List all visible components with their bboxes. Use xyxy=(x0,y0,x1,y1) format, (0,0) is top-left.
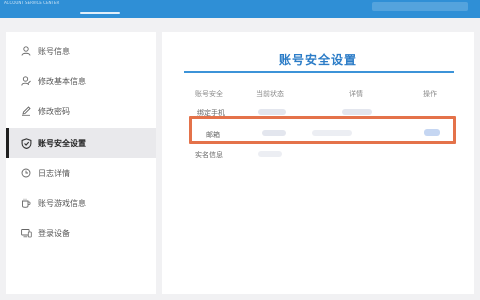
mug-icon xyxy=(20,197,32,209)
sidebar-item-game-info[interactable]: 账号游戏信息 xyxy=(6,188,156,218)
column-header-action: 操作 xyxy=(423,90,437,98)
top-header: ACCOUNT SERVICE CENTER xyxy=(0,0,480,18)
devices-icon xyxy=(20,227,32,239)
clock-icon xyxy=(20,167,32,179)
sidebar-item-login-devices[interactable]: 登录设备 xyxy=(6,218,156,248)
sidebar-item-label: 账号安全设置 xyxy=(38,138,86,148)
sidebar-item-label: 登录设备 xyxy=(38,228,70,238)
pencil-icon xyxy=(20,105,32,117)
sidebar-item-label: 账号游戏信息 xyxy=(38,198,86,208)
title-divider xyxy=(184,71,454,73)
row-label-realname: 实名信息 xyxy=(195,151,223,159)
sidebar-item-label: 修改基本信息 xyxy=(38,76,86,86)
security-settings-panel: 账号安全设置 账号安全 当前状态 详情 操作 绑定手机 邮箱 实名信息 xyxy=(162,32,474,294)
realname-status-value xyxy=(258,151,282,157)
column-header-details: 详情 xyxy=(349,90,363,98)
nav-active-indicator xyxy=(80,12,120,14)
sidebar-item-label: 账号信息 xyxy=(38,46,70,56)
top-right-action[interactable] xyxy=(372,2,468,11)
sidebar-item-label: 日志详情 xyxy=(38,168,70,178)
phone-details-value xyxy=(342,109,372,115)
sidebar-item-account-info[interactable]: 账号信息 xyxy=(6,36,156,66)
sidebar-item-edit-basic-info[interactable]: 修改基本信息 xyxy=(6,66,156,96)
site-logo[interactable]: ACCOUNT SERVICE CENTER xyxy=(4,1,64,13)
sidebar-item-label: 修改密码 xyxy=(38,106,70,116)
sidebar-item-security-settings[interactable]: 账号安全设置 xyxy=(6,128,156,158)
phone-status-value xyxy=(258,109,286,115)
page-title: 账号安全设置 xyxy=(278,53,357,67)
user-edit-icon xyxy=(20,75,32,87)
column-header-security: 账号安全 xyxy=(195,90,223,98)
sidebar: 账号信息 修改基本信息 修改密码 账号安全设置 日志详情 账号游戏信息 登录设备 xyxy=(6,32,156,294)
column-header-status: 当前状态 xyxy=(256,90,284,98)
user-icon xyxy=(20,45,32,57)
sidebar-item-change-password[interactable]: 修改密码 xyxy=(6,96,156,126)
email-row-highlight xyxy=(189,116,456,144)
shield-icon xyxy=(20,137,32,149)
sidebar-item-log-details[interactable]: 日志详情 xyxy=(6,158,156,188)
